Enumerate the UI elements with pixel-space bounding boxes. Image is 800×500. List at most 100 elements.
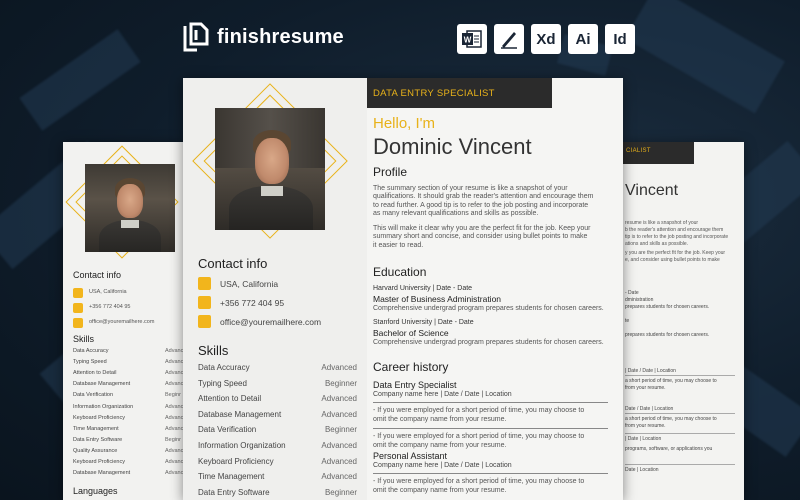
profile-line: qualifications. It should grab the reade…: [373, 193, 594, 201]
left-skill-level: Advanc: [165, 370, 184, 377]
brand-name: finishresume: [217, 25, 344, 48]
career-heading: Career history: [373, 360, 449, 374]
skill-name: Data Verification: [198, 425, 257, 435]
finishresume-logo-icon: [183, 22, 209, 52]
left-skill-name: Attention to Detail: [73, 370, 117, 377]
education-school: Stanford University | Date - Date: [373, 319, 474, 326]
skill-level: Beginner: [324, 487, 357, 497]
right-career-line: Date | Location: [625, 467, 659, 473]
skill-name: Keyboard Proficiency: [198, 456, 274, 466]
left-skill-name: Typing Speed: [73, 359, 107, 366]
xd-icon[interactable]: Xd: [531, 24, 561, 54]
resume-preview-main: Contact info USA, California +356 772 40…: [183, 78, 623, 500]
candidate-name: Dominic Vincent: [373, 134, 532, 159]
career-description: - If you were employed for a short perio…: [373, 478, 585, 485]
left-skill-level: Advanc: [165, 348, 184, 354]
skill-name: Data Entry Software: [198, 487, 270, 497]
right-education-line: prepares students for chosen careers.: [625, 332, 710, 338]
brand-logo[interactable]: finishresume: [183, 22, 344, 52]
left-skill-level: Advanc: [165, 403, 184, 410]
right-career-line: | Date | Location: [625, 436, 662, 442]
career-company: Company name here | Date / Date | Locati…: [373, 462, 512, 469]
right-education-line: - Date: [625, 290, 639, 296]
left-skill-level: Advanc: [165, 359, 184, 366]
skill-level: Advanced: [321, 456, 357, 466]
right-name: Vincent: [625, 182, 679, 199]
skill-name: Data Accuracy: [198, 363, 250, 372]
skill-level: Advanced: [321, 441, 357, 450]
career-description: - If you were employed for a short perio…: [373, 407, 585, 414]
profile-line: it easier to read.: [373, 241, 424, 249]
resume-preview-right: CIALIST Vincent resume is like a snapsho…: [622, 142, 744, 500]
left-contact-location: USA, California: [89, 289, 127, 295]
left-languages-heading: Languages: [73, 486, 118, 496]
profile-line: summary short and concise, and consider …: [373, 233, 588, 241]
phone-bullet: [198, 296, 211, 309]
left-skill-name: Database Management: [73, 381, 131, 388]
left-skills-heading: Skills: [73, 334, 95, 344]
word-icon[interactable]: W: [457, 24, 487, 54]
contact-email: office@youremailhere.com: [220, 317, 322, 327]
format-icons: W Xd Ai Id: [457, 24, 635, 54]
location-bullet: [198, 277, 211, 290]
left-skill-level: Advanc: [165, 470, 184, 477]
contact-location: USA, California: [220, 279, 279, 289]
right-profile-line: b the reader's attention and encourage t…: [625, 227, 724, 233]
left-skill-level: Advanc: [165, 425, 184, 432]
left-skill-name: Data Accuracy: [73, 348, 109, 354]
left-skill-name: Data Verification: [73, 392, 114, 399]
skill-name: Typing Speed: [198, 378, 247, 388]
left-skill-name: Database Management: [73, 470, 131, 477]
left-contact-email: office@youremailhere.com: [89, 319, 155, 325]
right-education-line: prepares students for chosen careers.: [625, 304, 710, 310]
left-skill-name: Time Management: [73, 425, 119, 432]
career-title: Personal Assistant: [373, 451, 448, 461]
right-career-line: a short period of time, you may choose t…: [625, 378, 717, 384]
left-profile-photo: [85, 164, 175, 252]
greeting: Hello, I'm: [373, 115, 436, 132]
left-skill-name: Data Entry Software: [73, 436, 123, 443]
right-career-line: from your resume.: [625, 423, 666, 429]
left-skill-name: Information Organization: [73, 403, 134, 410]
right-profile-line: tip is to refer to the job posting and i…: [625, 234, 729, 240]
contact-heading: Contact info: [198, 256, 268, 271]
right-profile-line: e, and consider using bullet points to m…: [625, 257, 720, 263]
right-education-line: dministration: [625, 297, 654, 303]
left-skill-name: Keyboard Proficiency: [73, 459, 125, 465]
left-skill-name: Keyboard Proficiency: [73, 414, 125, 421]
right-profile-line: resume is like a snapshot of your: [625, 220, 699, 226]
id-icon[interactable]: Id: [605, 24, 635, 54]
left-skill-level: Beginr: [165, 392, 181, 399]
profile-line: to read further. A good tip is to refer …: [373, 201, 589, 209]
education-description: Comprehensive undergrad program prepares…: [373, 339, 604, 346]
skills-heading: Skills: [198, 343, 229, 358]
skill-level: Beginner: [324, 378, 357, 388]
career-title: Data Entry Specialist: [373, 380, 457, 390]
left-skill-level: Advanc: [165, 447, 184, 454]
career-company: Company name here | Date / Date | Locati…: [373, 391, 512, 398]
pen-icon[interactable]: [494, 24, 524, 54]
skill-level: Advanced: [321, 363, 357, 372]
left-skill-level: Beginr: [165, 436, 181, 443]
divider: [625, 433, 735, 434]
divider: [373, 428, 608, 429]
profile-heading: Profile: [373, 165, 408, 179]
job-title-banner: DATA ENTRY SPECIALIST: [367, 78, 552, 108]
left-skill-level: Advanc: [165, 381, 184, 388]
divider: [373, 402, 608, 403]
email-bullet: [198, 315, 211, 328]
right-banner: CIALIST: [622, 142, 694, 164]
skill-level: Advanced: [321, 409, 357, 419]
skill-name: Time Management: [198, 472, 265, 482]
skill-level: Advanced: [321, 472, 357, 482]
left-contact-heading: Contact info: [73, 270, 122, 280]
education-heading: Education: [373, 265, 427, 279]
divider: [625, 375, 735, 376]
divider: [625, 413, 735, 414]
right-career-line: Date / Date | Location: [625, 406, 674, 412]
career-description: omit the company name from your resume.: [373, 442, 507, 449]
education-description: Comprehensive undergrad program prepares…: [373, 305, 604, 312]
skill-name: Attention to Detail: [198, 394, 262, 404]
education-degree: Master of Business Administration: [373, 294, 502, 304]
ai-icon[interactable]: Ai: [568, 24, 598, 54]
